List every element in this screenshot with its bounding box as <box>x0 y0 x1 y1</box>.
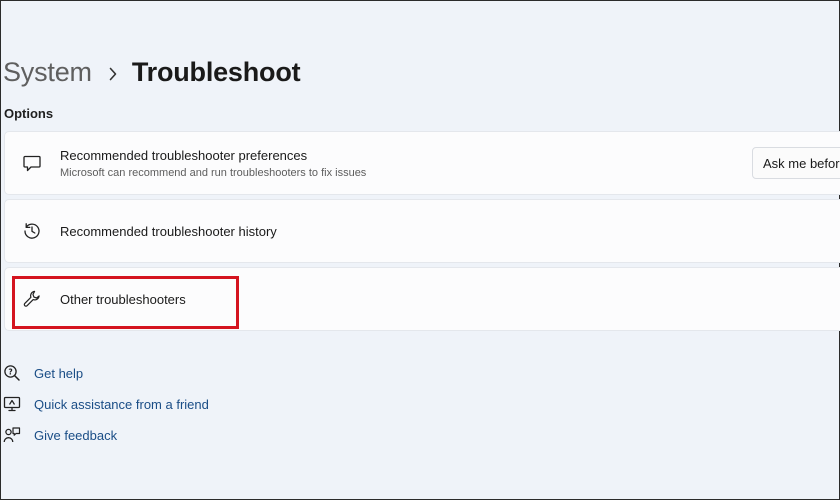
breadcrumb: System Troubleshoot <box>3 52 301 92</box>
page-title: Troubleshoot <box>131 56 301 87</box>
get-help-link[interactable]: ? Get help <box>3 363 83 383</box>
troubleshooter-preference-dropdown[interactable]: Ask me before <box>752 147 840 179</box>
wrench-icon <box>21 288 43 310</box>
remote-assist-icon <box>3 395 21 413</box>
chat-bubble-icon <box>21 152 43 174</box>
breadcrumb-system[interactable]: System <box>3 57 92 88</box>
history-icon <box>21 220 43 242</box>
card-troubleshooter-preferences: Recommended troubleshooter preferences M… <box>4 131 840 195</box>
card-title: Recommended troubleshooter preferences <box>60 147 308 163</box>
card-troubleshooter-history[interactable]: Recommended troubleshooter history <box>4 199 840 263</box>
quick-assistance-link[interactable]: Quick assistance from a friend <box>3 394 209 414</box>
quick-assistance-label: Quick assistance from a friend <box>34 396 209 412</box>
card-other-troubleshooters[interactable]: Other troubleshooters <box>4 267 840 331</box>
card-title: Other troubleshooters <box>60 291 186 307</box>
help-search-icon: ? <box>3 364 21 382</box>
feedback-icon <box>3 426 21 444</box>
get-help-label: Get help <box>34 365 84 381</box>
card-title: Recommended troubleshooter history <box>60 223 277 239</box>
card-subtitle: Microsoft can recommend and run troubles… <box>60 166 367 179</box>
options-heading: Options <box>4 106 54 121</box>
give-feedback-label: Give feedback <box>34 427 118 443</box>
chevron-right-icon <box>108 57 118 88</box>
svg-text:?: ? <box>8 367 12 376</box>
give-feedback-link[interactable]: Give feedback <box>3 425 117 445</box>
